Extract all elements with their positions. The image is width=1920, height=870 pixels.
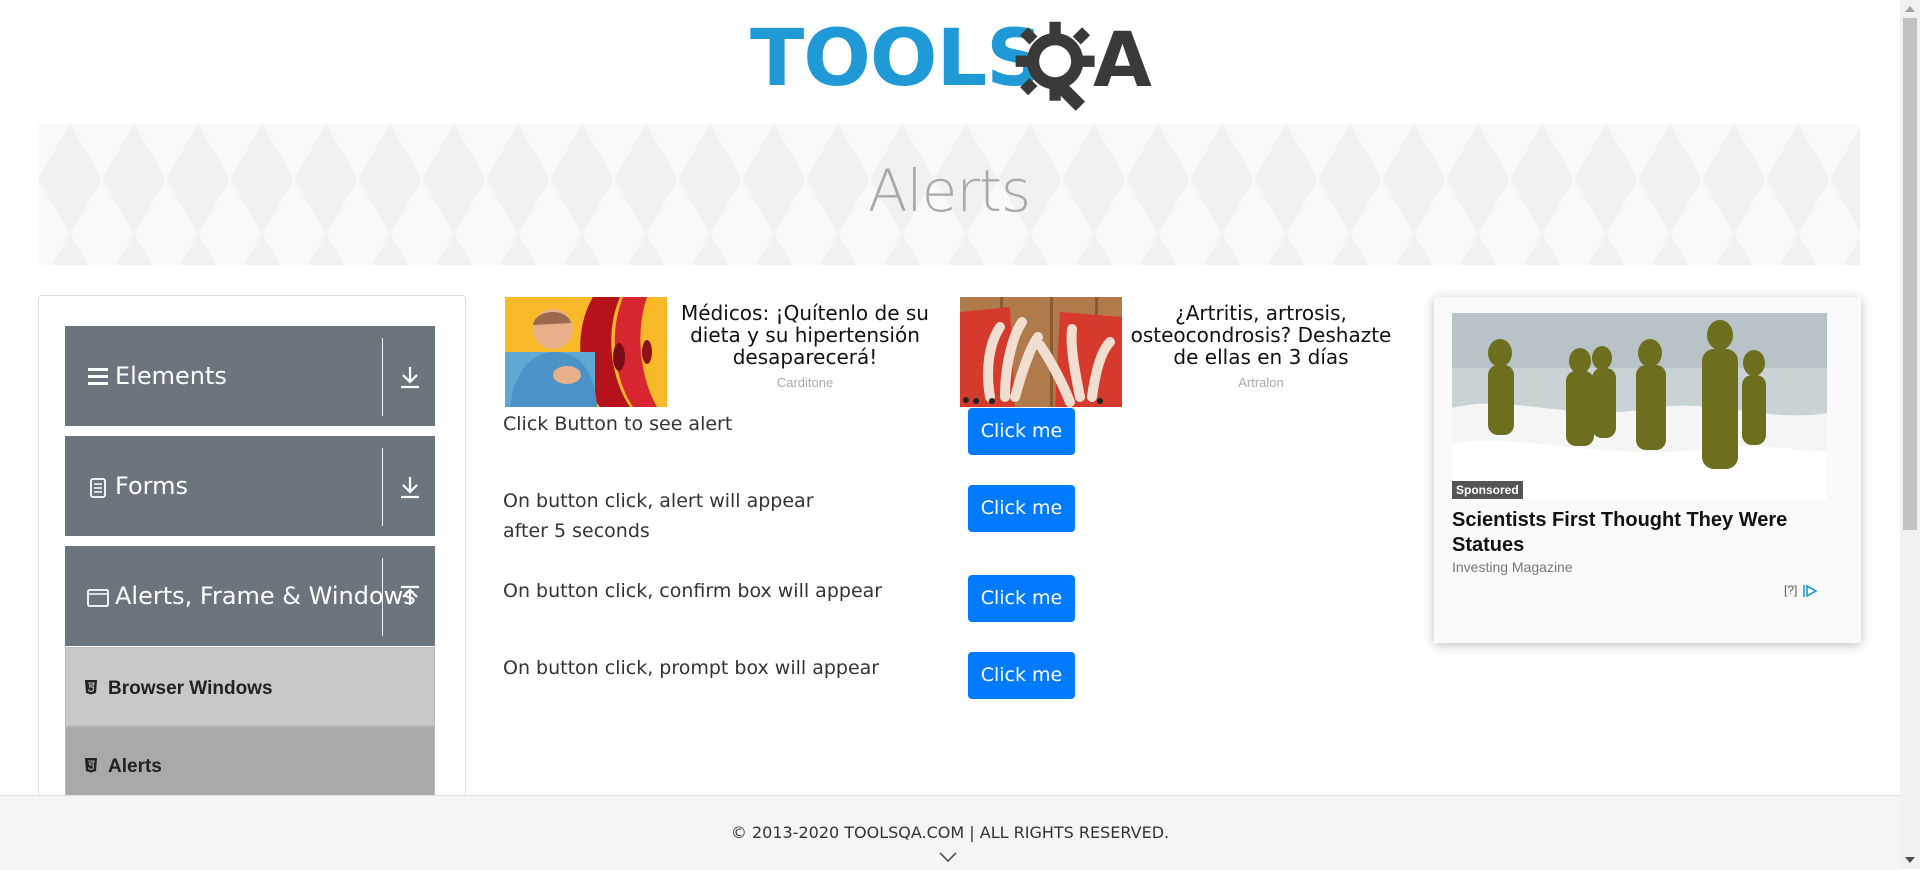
ad-title[interactable]: Médicos: ¡Quítenlo de su dieta y su hipe… bbox=[677, 302, 933, 368]
ad-image-statues-in-snow bbox=[1452, 313, 1827, 500]
upload-arrow-icon[interactable] bbox=[397, 584, 423, 610]
copyright-text: © 2013-2020 TOOLSQA.COM | ALL RIGHTS RES… bbox=[730, 823, 1170, 842]
alert-row-label: Click Button to see alert bbox=[503, 413, 733, 435]
sponsored-badge: Sponsored bbox=[1452, 481, 1523, 499]
ad-thumbnail[interactable] bbox=[960, 297, 1122, 407]
sidebar-item-label: Alerts bbox=[108, 756, 162, 777]
ad-title[interactable]: ¿Artritis, artrosis, osteocondrosis? Des… bbox=[1128, 302, 1394, 368]
divider bbox=[382, 558, 383, 636]
sidebar-group-label: Forms bbox=[115, 472, 188, 500]
divider bbox=[382, 448, 383, 526]
gear-magnifier-icon bbox=[1015, 21, 1095, 111]
ad-source: Artralon bbox=[1238, 375, 1284, 390]
page-banner: Alerts bbox=[38, 124, 1860, 265]
ad-thumbnail[interactable] bbox=[505, 297, 667, 407]
confirm-button[interactable]: Click me bbox=[968, 575, 1075, 622]
window-icon bbox=[87, 589, 109, 607]
html5-icon bbox=[85, 758, 97, 773]
ad-image-arthritic-hands bbox=[960, 297, 1122, 407]
sidebar-group-elements[interactable]: Elements bbox=[65, 326, 435, 426]
sidebar-item-label: Browser Windows bbox=[108, 678, 273, 699]
timer-alert-button[interactable]: Click me bbox=[968, 485, 1075, 532]
sidebar-group-label: Elements bbox=[115, 362, 227, 390]
native-ad-carditone[interactable]: Médicos: ¡Quítenlo de su dieta y su hipe… bbox=[505, 297, 935, 407]
confirm-row-label: On button click, confirm box will appear bbox=[503, 580, 883, 602]
left-sidebar: Elements Forms Alerts, Frame & Windows B… bbox=[38, 295, 466, 816]
sidebar-group-forms[interactable]: Forms bbox=[65, 436, 435, 536]
prompt-row-label: On button click, prompt box will appear bbox=[503, 657, 880, 679]
sponsored-ad-image[interactable] bbox=[1452, 313, 1827, 500]
sidebar-group-label: Alerts, Frame & Windows bbox=[115, 582, 416, 610]
adchoices-icon[interactable] bbox=[1801, 584, 1819, 598]
sponsored-ad-box[interactable]: Sponsored Scientists First Thought They … bbox=[1434, 297, 1861, 643]
scroll-up-arrow-icon[interactable] bbox=[1905, 6, 1915, 12]
alert-button[interactable]: Click me bbox=[968, 408, 1075, 455]
logo-text-tools: TOOLS bbox=[750, 14, 1043, 104]
timer-alert-row-label: On button click, alert will appear after… bbox=[503, 490, 814, 542]
ad-image-man-chest-pain bbox=[505, 297, 667, 407]
sidebar-group-alerts-frame-windows[interactable]: Alerts, Frame & Windows bbox=[65, 546, 435, 646]
html5-icon bbox=[85, 680, 97, 695]
ad-source: Carditone bbox=[776, 375, 834, 390]
sponsored-ad-title[interactable]: Scientists First Thought They Were Statu… bbox=[1452, 508, 1842, 558]
sponsored-ad-source: Investing Magazine bbox=[1452, 559, 1573, 575]
adchoices-link[interactable]: [?] bbox=[1784, 584, 1819, 598]
adchoices-text: [?] bbox=[1784, 583, 1798, 598]
vertical-scrollbar[interactable] bbox=[1900, 0, 1920, 869]
hamburger-icon bbox=[88, 368, 108, 385]
toolsqa-logo[interactable]: TOOLS A bbox=[750, 18, 1155, 116]
download-arrow-icon[interactable] bbox=[397, 364, 423, 390]
scroll-down-arrow-icon[interactable] bbox=[1905, 857, 1915, 863]
logo-text-a: A bbox=[1093, 15, 1152, 104]
document-icon bbox=[90, 478, 106, 498]
download-arrow-icon[interactable] bbox=[397, 474, 423, 500]
native-ad-artralon[interactable]: ¿Artritis, artrosis, osteocondrosis? Des… bbox=[960, 297, 1400, 407]
sidebar-item-browser-windows[interactable]: Browser Windows bbox=[65, 647, 435, 726]
page-title: Alerts bbox=[867, 157, 1031, 225]
chevron-down-icon[interactable] bbox=[939, 852, 957, 862]
footer: © 2013-2020 TOOLSQA.COM | ALL RIGHTS RES… bbox=[0, 795, 1900, 870]
scrollbar-thumb[interactable] bbox=[1903, 18, 1917, 530]
divider bbox=[382, 338, 383, 416]
prompt-button[interactable]: Click me bbox=[968, 652, 1075, 699]
